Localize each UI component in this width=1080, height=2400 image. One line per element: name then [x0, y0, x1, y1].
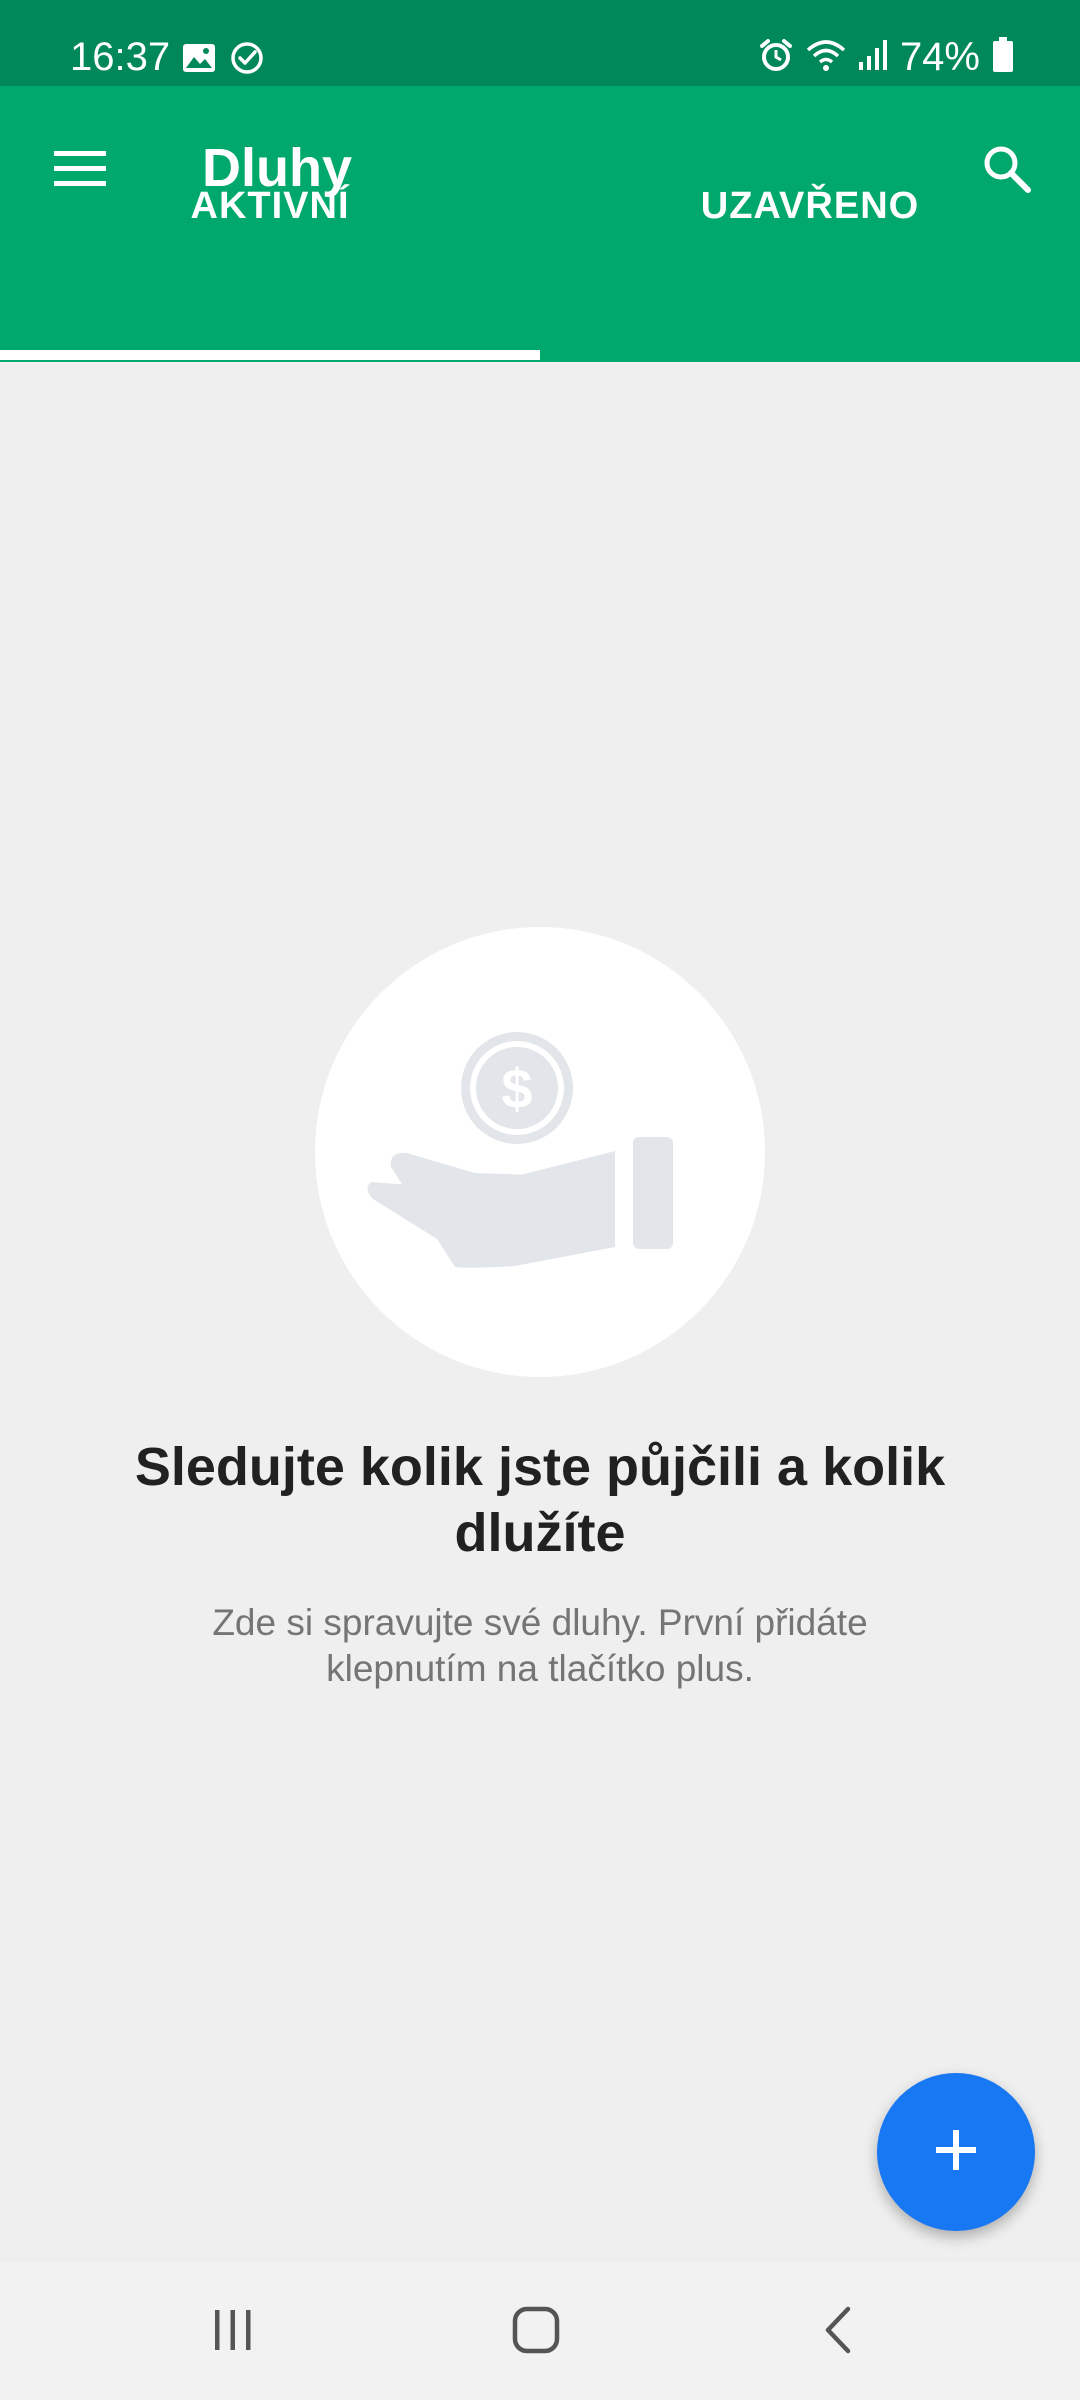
status-time: 16:37 — [70, 35, 171, 79]
back-icon — [820, 2305, 856, 2360]
wifi-icon — [806, 38, 846, 77]
home-icon — [511, 2305, 561, 2360]
tab-closed[interactable]: UZAVŘENO — [540, 86, 1080, 362]
tab-row: AKTIVNÍ UZAVŘENO — [0, 86, 1080, 362]
tab-label: AKTIVNÍ — [190, 185, 350, 227]
recent-apps-icon — [211, 2308, 255, 2357]
tab-active[interactable]: AKTIVNÍ — [0, 86, 540, 362]
home-button[interactable] — [476, 2282, 596, 2382]
status-system-icons: 74% — [758, 34, 1014, 80]
tab-label: UZAVŘENO — [700, 185, 920, 227]
system-navigation-bar — [0, 2262, 1080, 2400]
signal-icon — [858, 38, 888, 77]
empty-state-illustration: $ — [315, 927, 765, 1377]
tab-indicator — [0, 350, 540, 360]
empty-state-subtitle: Zde si spravujte své dluhy. První přidát… — [212, 1602, 868, 1689]
empty-state-title: Sledujte kolik jste půjčili a kolik dluž… — [134, 1437, 946, 1563]
svg-text:$: $ — [501, 1057, 532, 1120]
gallery-icon — [182, 43, 216, 78]
battery-icon — [992, 36, 1014, 78]
back-button[interactable] — [778, 2282, 898, 2382]
status-notification-icons — [182, 40, 264, 80]
plus-icon — [934, 2128, 978, 2177]
recent-apps-button[interactable] — [173, 2282, 293, 2382]
add-debt-button[interactable] — [877, 2073, 1035, 2231]
check-circle-icon — [230, 41, 264, 80]
hand-coin-icon: $ — [315, 927, 765, 1377]
alarm-icon — [758, 37, 794, 78]
battery-percentage: 74% — [899, 35, 980, 79]
status-bar: 16:37 74% — [0, 0, 1080, 86]
